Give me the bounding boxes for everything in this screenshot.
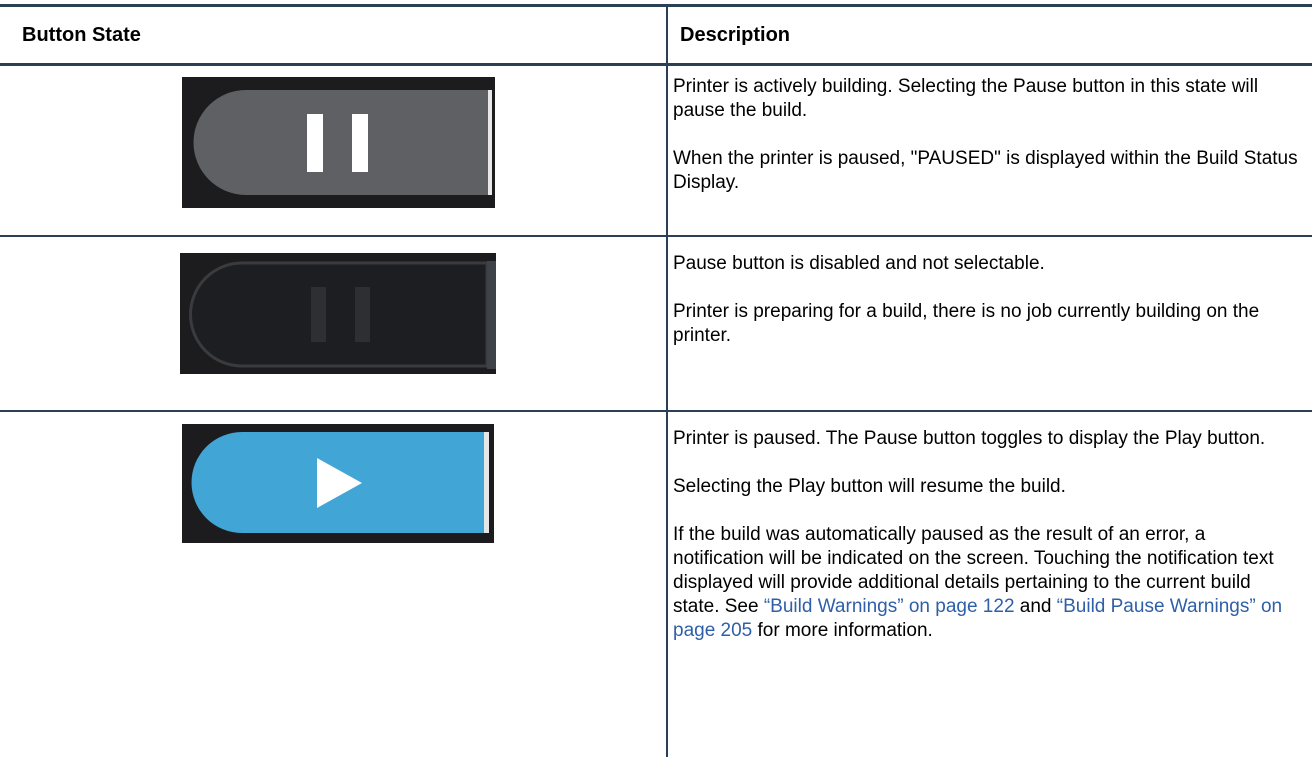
row-rule-2 <box>0 410 1312 412</box>
pause-button-shape <box>193 90 488 195</box>
row2-paragraph-2: Printer is preparing for a build, there … <box>673 301 1260 346</box>
row3-paragraph-1: Printer is paused. The Pause button togg… <box>673 428 1266 449</box>
row1-description: Printer is actively building. Selecting … <box>673 75 1301 195</box>
button-edge <box>484 432 489 533</box>
header-rule <box>0 63 1312 66</box>
button-edge <box>487 261 496 369</box>
table-top-rule <box>0 4 1312 7</box>
button-edge <box>488 90 492 195</box>
row3-note: If the build was automatically paused as… <box>673 523 1301 643</box>
pause-icon-bar-right <box>355 287 370 342</box>
note-text-after: for more information. <box>752 620 933 641</box>
row1-paragraph-2: When the printer is paused, "PAUSED" is … <box>673 148 1298 193</box>
row-rule-1 <box>0 235 1312 237</box>
row2-description: Pause button is disabled and not selecta… <box>673 252 1301 348</box>
pause-icon-bar-left <box>307 114 323 172</box>
note-text-between: and <box>1014 596 1057 617</box>
header-description: Description <box>680 23 791 46</box>
row1-paragraph-1: Printer is actively building. Selecting … <box>673 76 1259 121</box>
pause-icon-bar-right <box>352 114 368 172</box>
disabled-button-shape <box>189 261 489 368</box>
header-button-state: Button State <box>22 23 141 46</box>
build-warnings-link[interactable]: “Build Warnings” on page 122 <box>764 596 1015 617</box>
play-button-image <box>182 424 494 543</box>
pause-button-active-image <box>182 77 495 208</box>
column-divider <box>666 7 668 757</box>
row3-description: Printer is paused. The Pause button togg… <box>673 427 1301 643</box>
pause-button-disabled-image <box>180 253 496 374</box>
pause-icon-bar-left <box>311 287 326 342</box>
row2-paragraph-1: Pause button is disabled and not selecta… <box>673 253 1045 274</box>
row3-paragraph-2: Selecting the Play button will resume th… <box>673 476 1066 497</box>
